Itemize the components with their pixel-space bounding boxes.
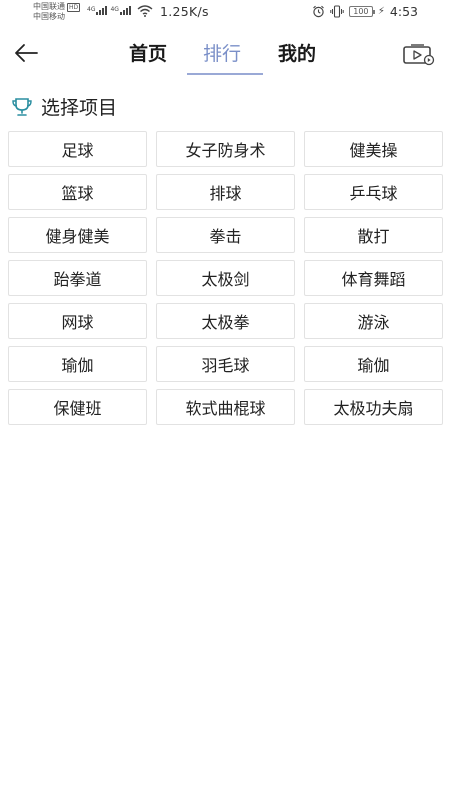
sport-item-sports-dance[interactable]: 体育舞蹈 [304,260,443,296]
trophy-icon [12,97,32,116]
sport-item-table-tennis[interactable]: 乒乓球 [304,174,443,210]
signal-group: 4G 4G [87,6,131,15]
sport-item-yoga-2[interactable]: 瑜伽 [304,346,443,382]
tab-ranking[interactable]: 排行 [203,41,241,67]
wifi-icon [137,5,153,17]
top-nav: 首页 排行 我的 [0,30,450,78]
arrow-left-icon [15,44,38,62]
tab-home[interactable]: 首页 [129,41,167,67]
signal-bars-icon [96,6,108,15]
sport-item-taekwondo[interactable]: 跆拳道 [8,260,147,296]
sport-item-volleyball[interactable]: 排球 [156,174,295,210]
sport-item-swimming[interactable]: 游泳 [304,303,443,339]
vibrate-icon [330,5,344,18]
back-button[interactable] [12,40,40,66]
carrier-info: 中国联通 HD 中国移动 [33,2,81,22]
sport-item-bodybuilding[interactable]: 健身健美 [8,217,147,253]
sports-grid: 足球 女子防身术 健美操 篮球 排球 乒乓球 健身健美 拳击 散打 跆拳道 太极… [8,131,443,425]
sport-item-women-self-defense[interactable]: 女子防身术 [156,131,295,167]
net-speed: 1.25K/s [160,4,209,19]
sport-item-badminton[interactable]: 羽毛球 [156,346,295,382]
sport-item-taiji-fan[interactable]: 太极功夫扇 [304,389,443,425]
sport-item-taiji-boxing[interactable]: 太极拳 [156,303,295,339]
section-header: 选择项目 [11,93,117,120]
sport-item-soft-hockey[interactable]: 软式曲棍球 [156,389,295,425]
sport-item-aerobics[interactable]: 健美操 [304,131,443,167]
sport-item-tennis[interactable]: 网球 [8,303,147,339]
signal-tag-2: 4G [110,6,119,13]
tab-mine[interactable]: 我的 [278,41,316,67]
active-tab-indicator [187,73,263,75]
hd-badge: HD [67,2,81,12]
carrier-2: 中国移动 [33,12,65,21]
video-button[interactable] [402,42,436,66]
sport-item-boxing[interactable]: 拳击 [156,217,295,253]
carrier-1: 中国联通 [33,2,65,11]
video-play-icon [403,44,435,66]
sport-item-yoga[interactable]: 瑜伽 [8,346,147,382]
sport-item-football[interactable]: 足球 [8,131,147,167]
sport-item-taiji-sword[interactable]: 太极剑 [156,260,295,296]
sport-item-basketball[interactable]: 篮球 [8,174,147,210]
signal-bars-icon [119,6,131,15]
status-right: 100 ⚡ 4:53 [312,4,418,19]
clock-time: 4:53 [389,4,418,19]
signal-tag-1: 4G [87,6,96,13]
status-bar: 中国联通 HD 中国移动 4G 4G 1.25K/s 100 ⚡ 4:53 [0,0,450,26]
charging-icon: ⚡ [377,6,385,17]
sport-item-health-class[interactable]: 保健班 [8,389,147,425]
alarm-icon [313,5,324,18]
section-title: 选择项目 [41,97,118,119]
battery-icon: 100 [348,6,375,17]
sport-item-sanda[interactable]: 散打 [304,217,443,253]
